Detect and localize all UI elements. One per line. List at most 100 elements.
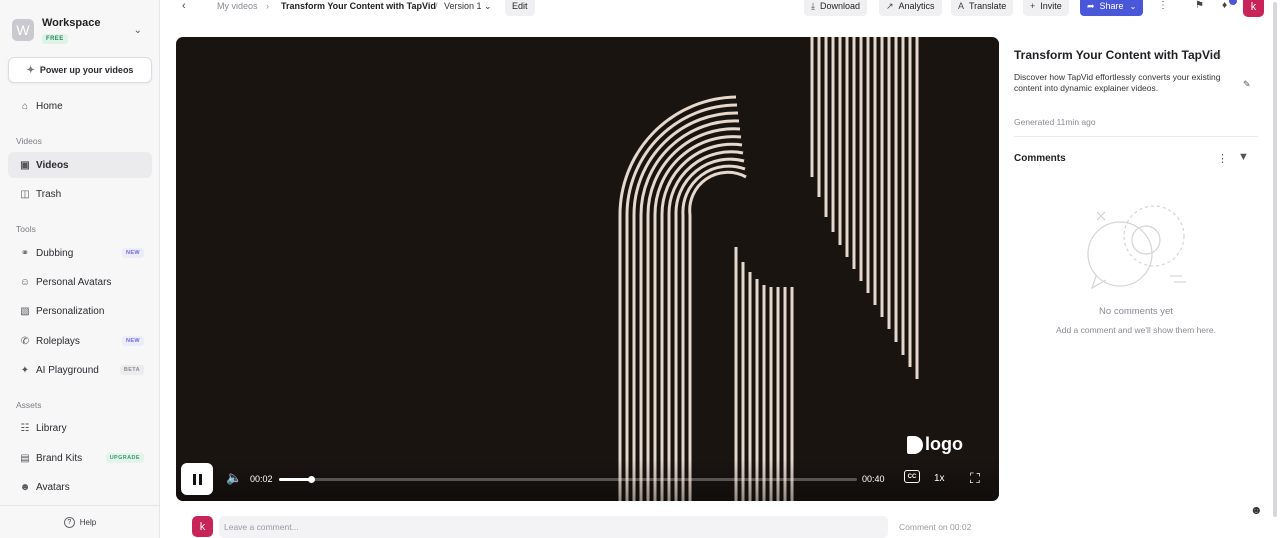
breadcrumb-video-title[interactable]: Transform Your Content with TapVid — [281, 1, 436, 11]
section-label-tools: Tools — [16, 224, 36, 234]
stripe-arcs — [618, 95, 794, 501]
personalization-icon: ▧ — [20, 305, 30, 317]
video-file-icon: ▣ — [20, 159, 30, 171]
video-frame-art — [618, 37, 919, 501]
empty-comments-illustration — [1087, 205, 1186, 290]
sidebar-item-label: Roleplays — [36, 335, 80, 347]
progress-slider[interactable] — [279, 476, 857, 483]
workspace-avatar: W — [12, 19, 34, 41]
power-up-button[interactable]: ✦ Power up your videos — [8, 57, 152, 83]
scrollbar[interactable] — [1273, 2, 1277, 517]
help-label: Help — [79, 517, 97, 527]
comments-more-icon[interactable]: ⋮ — [1217, 152, 1228, 165]
breadcrumb-my-videos[interactable]: My videos — [217, 1, 258, 11]
back-icon[interactable]: ‹ — [182, 0, 186, 12]
sidebar-item-home[interactable]: ⌂ Home — [8, 93, 152, 119]
stripe-bars — [810, 37, 919, 379]
sidebar-item-label: Dubbing — [36, 247, 74, 259]
brand-icon: ▤ — [20, 452, 30, 464]
person-circle-icon: ☻ — [19, 481, 31, 493]
translate-label: Translate — [969, 1, 1007, 11]
sidebar-item-library[interactable]: ☷ Library — [8, 415, 152, 441]
current-time: 00:02 — [250, 474, 273, 484]
filter-icon[interactable]: ▼ — [1238, 151, 1249, 163]
sidebar-item-label: Personalization — [36, 305, 105, 317]
comment-input[interactable] — [219, 516, 888, 538]
chevron-down-icon: ⌄ — [133, 24, 142, 36]
trash-icon: ◫ — [20, 188, 30, 200]
comments-heading: Comments — [1014, 153, 1066, 164]
question-circle-icon: ? — [63, 516, 75, 528]
download-button[interactable]: ⤓ Download — [804, 0, 868, 16]
sidebar-item-label: Videos — [36, 159, 69, 171]
pause-icon — [192, 473, 196, 485]
edit-description-icon[interactable]: ✎ — [1243, 79, 1251, 90]
download-icon: ⤓ — [811, 0, 815, 11]
edit-label: Edit — [512, 1, 528, 11]
sidebar-item-personal-avatars[interactable]: ☺ Personal Avatars — [8, 269, 152, 295]
sidebar-item-ai-playground[interactable]: ✦ AI Playground BETA — [8, 357, 152, 383]
details-panel: Transform Your Content with TapVid ✎ Dis… — [1014, 0, 1258, 538]
empty-subtitle: Add a comment and we'll show them here. — [1056, 325, 1216, 335]
assistant-bot-icon[interactable]: ☻ — [1250, 503, 1263, 517]
captions-button[interactable]: CC — [904, 470, 920, 483]
sidebar-item-label: Home — [36, 100, 63, 112]
translate-button[interactable]: Α Translate — [951, 0, 1014, 16]
edit-button[interactable]: Edit — [505, 0, 535, 16]
progress-fill — [279, 478, 311, 481]
version-label: Version 1 — [444, 1, 482, 11]
sidebar-item-trash[interactable]: ◫ Trash — [8, 181, 152, 207]
edit-title-icon[interactable]: ✎ — [1214, 50, 1222, 61]
translate-icon: Α — [958, 1, 965, 11]
dubbing-icon: ⚭ — [20, 247, 30, 259]
sidebar-item-label: Avatars — [36, 481, 70, 493]
sidebar-item-avatars[interactable]: ☻ Avatars — [8, 474, 152, 500]
sidebar-item-label: AI Playground — [36, 364, 99, 376]
analytics-icon: ↗ — [886, 0, 894, 11]
avatar-icon: ☺ — [19, 276, 31, 288]
sidebar-item-label: Personal Avatars — [36, 276, 112, 288]
help-button[interactable]: ? Help — [0, 505, 160, 538]
logo-mark — [907, 435, 923, 454]
chevron-down-icon: ⌄ — [484, 1, 492, 11]
book-icon: ☷ — [20, 422, 30, 434]
cc-icon: CC — [907, 473, 917, 480]
video-player[interactable]: logo 🔈 00:02 00:40 CC 1x ⛶ — [176, 37, 999, 501]
section-label-videos: Videos — [16, 136, 42, 146]
pause-button[interactable] — [181, 463, 213, 495]
playback-speed-button[interactable]: 1x — [934, 473, 945, 484]
video-logo: logo — [907, 434, 963, 455]
plan-badge: FREE — [42, 33, 68, 44]
sidebar: W Workspace FREE ⌄ ✦ Power up your video… — [0, 0, 160, 538]
roleplay-icon: ✆ — [20, 335, 30, 347]
sidebar-item-videos[interactable]: ▣ Videos — [8, 152, 152, 178]
power-up-label: Power up your videos — [39, 65, 134, 75]
logo-text: logo — [925, 434, 963, 454]
duration: 00:40 — [862, 474, 885, 484]
progress-handle[interactable] — [308, 476, 315, 483]
workspace-name: Workspace — [42, 16, 101, 29]
lightning-icon: ✦ — [26, 64, 35, 76]
sidebar-item-dubbing[interactable]: ⚭ Dubbing NEW — [8, 240, 152, 266]
new-badge: NEW — [121, 248, 144, 258]
sidebar-item-label: Library — [36, 422, 67, 434]
analytics-label: Analytics — [898, 1, 935, 11]
sidebar-item-personalization[interactable]: ▧ Personalization — [8, 298, 152, 324]
workspace-switcher[interactable]: W Workspace FREE ⌄ — [12, 14, 148, 46]
breadcrumb-chevron-icon: › — [266, 1, 269, 11]
version-dropdown[interactable]: Version 1 ⌄ — [444, 1, 492, 12]
comment-on-button[interactable]: Comment on 00:02 — [899, 522, 971, 532]
breadcrumb-separator: / — [435, 1, 438, 11]
player-controls: 🔈 00:02 00:40 CC 1x ⛶ — [176, 458, 999, 501]
sidebar-item-brand-kits[interactable]: ▤ Brand Kits UPGRADE — [8, 445, 152, 471]
sidebar-item-roleplays[interactable]: ✆ Roleplays NEW — [8, 328, 152, 354]
analytics-button[interactable]: ↗ Analytics — [879, 0, 942, 16]
video-title: Transform Your Content with TapVid — [1014, 48, 1221, 62]
upgrade-badge: UPGRADE — [105, 453, 144, 463]
generated-time: Generated 11min ago — [1014, 117, 1096, 127]
sidebar-item-label: Trash — [36, 188, 62, 200]
sidebar-item-label: Brand Kits — [36, 452, 83, 464]
fullscreen-icon[interactable]: ⛶ — [970, 470, 980, 487]
volume-icon[interactable]: 🔈 — [226, 470, 242, 486]
empty-title: No comments yet — [1099, 306, 1173, 317]
